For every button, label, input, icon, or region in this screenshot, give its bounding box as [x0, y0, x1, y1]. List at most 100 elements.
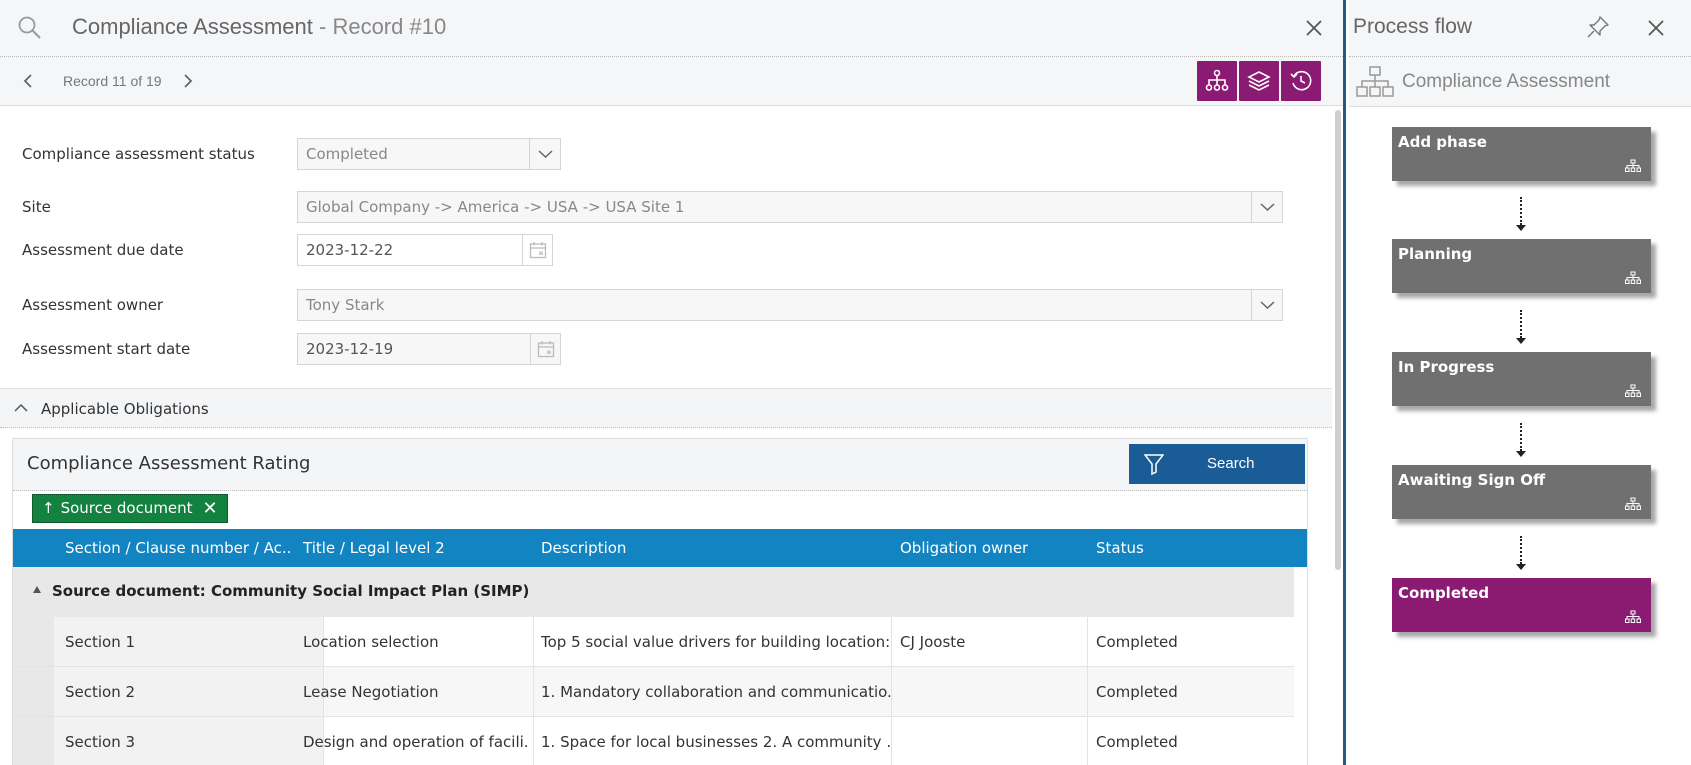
table-row[interactable]: Section 2 Lease Negotiation 1. Mandatory… [13, 667, 1294, 717]
cell-description: Top 5 social value drivers for building … [541, 633, 891, 651]
search-button-label: Search [1207, 455, 1255, 472]
close-icon[interactable] [1642, 14, 1670, 42]
flow-connector-arrow [1516, 423, 1526, 457]
status-value: Completed [306, 145, 388, 163]
chevron-right-icon[interactable] [178, 71, 198, 91]
group-by-chip[interactable]: ↑ Source document ✕ [32, 494, 228, 523]
start-date-field[interactable]: 2023-12-19 [297, 333, 561, 365]
process-flow-button[interactable] [1197, 61, 1237, 101]
flow-connector-arrow [1516, 197, 1526, 231]
cell-status: Completed [1096, 733, 1178, 751]
site-dropdown-button[interactable] [1251, 192, 1282, 222]
record-title-suffix: - Record #10 [312, 14, 447, 39]
column-divider [533, 667, 534, 716]
remove-group-icon[interactable]: ✕ [203, 495, 218, 522]
column-divider [891, 617, 892, 666]
status-label: Compliance assessment status [22, 145, 255, 163]
hierarchy-icon [1625, 159, 1641, 172]
record-header: Compliance Assessment - Record #10 [0, 0, 1343, 57]
phase-label: Add phase [1398, 133, 1487, 151]
grid-title: Compliance Assessment Rating [27, 453, 311, 474]
page-title: Compliance Assessment - Record #10 [72, 14, 446, 40]
pin-icon[interactable] [1585, 14, 1611, 40]
site-select[interactable]: Global Company -> America -> USA -> USA … [297, 191, 1283, 223]
column-header-section[interactable]: Section / Clause number / Ac... [65, 539, 290, 557]
record-title-name: Compliance Assessment [72, 14, 313, 39]
close-icon[interactable] [1300, 14, 1328, 42]
row-gutter [13, 667, 54, 716]
table-row[interactable]: Section 1 Location selection Top 5 socia… [13, 617, 1294, 667]
calendar-icon [529, 242, 547, 259]
start-date-calendar-button[interactable] [530, 334, 560, 364]
phase-in-progress[interactable]: In Progress [1392, 352, 1651, 406]
column-header-title[interactable]: Title / Legal level 2 [303, 539, 445, 557]
phase-label: Completed [1398, 584, 1490, 602]
column-header-description[interactable]: Description [541, 539, 626, 557]
phase-label: In Progress [1398, 358, 1495, 376]
phase-label: Planning [1398, 245, 1473, 263]
cell-section: Section 2 [65, 683, 136, 701]
process-flow-subheader: Compliance Assessment [1349, 57, 1691, 107]
cell-title: Location selection [303, 633, 439, 651]
group-row[interactable]: Source document: Community Social Impact… [13, 567, 1294, 617]
cell-section: Section 3 [65, 733, 136, 751]
phase-label: Awaiting Sign Off [1398, 471, 1546, 489]
obligations-section-header[interactable]: Applicable Obligations [0, 388, 1332, 428]
process-flow-panel: Process flow Compliance Assessment Add p… [1349, 0, 1691, 765]
column-header-owner[interactable]: Obligation owner [900, 539, 1028, 557]
sort-up-icon: ↑ [42, 499, 55, 517]
search-button[interactable]: Search [1129, 444, 1305, 484]
status-select[interactable]: Completed [297, 138, 561, 170]
layers-icon [1247, 71, 1271, 91]
process-flow-icon [1205, 69, 1229, 91]
cell-title: Design and operation of facili... [303, 733, 527, 751]
chevron-down-icon [1260, 203, 1275, 212]
cell-owner: CJ Jooste [900, 633, 966, 651]
column-divider [1087, 617, 1088, 666]
chevron-up-icon[interactable] [13, 401, 29, 415]
group-row-label: Source document: Community Social Impact… [52, 582, 530, 600]
chevron-down-icon [1260, 301, 1275, 310]
collapse-caret-icon[interactable] [33, 586, 41, 593]
grid-header: Compliance Assessment Rating Search [13, 439, 1307, 491]
phase-add-phase[interactable]: Add phase [1392, 127, 1651, 181]
history-icon [1290, 70, 1312, 91]
hierarchy-icon [1625, 497, 1641, 510]
filter-icon [1144, 454, 1164, 475]
phase-awaiting-sign-off[interactable]: Awaiting Sign Off [1392, 465, 1651, 519]
process-flow-title: Process flow [1353, 15, 1473, 38]
status-dropdown-button[interactable] [529, 139, 560, 169]
cell-description: 1. Space for local businesses 2. A commu… [541, 733, 891, 751]
hierarchy-icon [1356, 66, 1394, 97]
record-panel: Compliance Assessment - Record #10 Recor… [0, 0, 1346, 765]
column-divider [891, 667, 892, 716]
group-chip-label: Source document [60, 499, 193, 517]
cell-status: Completed [1096, 633, 1178, 651]
table-row[interactable]: Section 3 Design and operation of facili… [13, 717, 1294, 765]
row-gutter [13, 717, 54, 765]
cell-section: Section 1 [65, 633, 136, 651]
process-flow-header: Process flow [1349, 0, 1691, 57]
cell-title: Lease Negotiation [303, 683, 439, 701]
phase-planning[interactable]: Planning [1392, 239, 1651, 293]
cell-description: 1. Mandatory collaboration and communica… [541, 683, 891, 701]
column-divider [533, 717, 534, 765]
site-label: Site [22, 198, 51, 216]
search-icon[interactable] [16, 14, 44, 42]
layers-button[interactable] [1239, 61, 1279, 101]
chevron-left-icon[interactable] [18, 71, 38, 91]
obligations-section-title: Applicable Obligations [41, 400, 209, 418]
form-scrollbar[interactable] [1335, 110, 1341, 570]
due-date-calendar-button[interactable] [522, 235, 552, 265]
due-date-field[interactable]: 2023-12-22 [297, 234, 553, 266]
record-counter: Record 11 of 19 [63, 73, 162, 89]
owner-select[interactable]: Tony Stark [297, 289, 1283, 321]
column-header-status[interactable]: Status [1096, 539, 1144, 557]
chevron-down-icon [538, 150, 553, 159]
history-button[interactable] [1281, 61, 1321, 101]
hierarchy-icon [1625, 610, 1641, 623]
owner-dropdown-button[interactable] [1251, 290, 1282, 320]
owner-value: Tony Stark [306, 296, 385, 314]
phase-completed[interactable]: Completed [1392, 578, 1651, 632]
start-date-value: 2023-12-19 [306, 340, 394, 358]
